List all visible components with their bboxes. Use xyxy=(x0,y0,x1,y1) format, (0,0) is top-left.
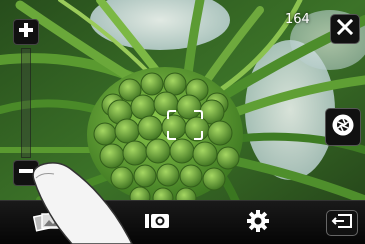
zoom-slider[interactable] xyxy=(21,48,31,158)
camcorder-icon xyxy=(143,211,171,235)
close-icon xyxy=(336,18,354,40)
touch-finger-overlay xyxy=(32,162,133,244)
settings-button[interactable] xyxy=(243,209,273,237)
shutter-button[interactable] xyxy=(325,108,361,146)
shots-remaining-counter: 164 xyxy=(285,12,310,27)
focus-frame-icon xyxy=(166,109,204,141)
zoom-in-button[interactable] xyxy=(13,19,39,45)
close-button[interactable] xyxy=(330,14,360,44)
camera-aperture-icon xyxy=(331,113,355,141)
camcorder-mode-button[interactable] xyxy=(140,209,174,237)
back-icon xyxy=(331,213,353,233)
gear-icon xyxy=(246,209,270,237)
camera-screen: 164 xyxy=(0,0,365,244)
back-button[interactable] xyxy=(326,210,358,236)
plus-icon xyxy=(18,22,34,42)
